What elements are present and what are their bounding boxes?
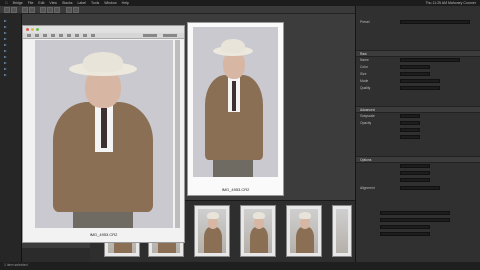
option-field[interactable]: [400, 164, 430, 168]
inspector-panel: Preset Raw Name Color Size Mode Quality …: [355, 6, 480, 262]
menu-item-bridge[interactable]: Bridge: [13, 1, 23, 5]
field-label: Opacity: [360, 121, 372, 125]
preview-toggle[interactable]: [143, 34, 157, 37]
field-label: Mode: [360, 79, 369, 83]
status-bar: 1 item selected: [0, 262, 480, 270]
retouch-icon[interactable]: [67, 34, 71, 37]
option-field[interactable]: [380, 218, 450, 222]
open-in-camera-raw-icon[interactable]: [54, 7, 60, 13]
option-field[interactable]: [400, 178, 430, 182]
apple-menu-icon[interactable]: : [5, 1, 8, 5]
disclosure-triangle-icon[interactable]: [4, 62, 7, 64]
disclosure-triangle-icon[interactable]: [4, 68, 7, 70]
section-advanced[interactable]: Advanced: [356, 106, 480, 113]
field-label: Color: [360, 65, 368, 69]
field-label: Grayscale: [360, 114, 375, 118]
menu-item-tools[interactable]: Tools: [91, 1, 99, 5]
filmstrip-thumb[interactable]: [194, 205, 230, 257]
name-field[interactable]: [400, 58, 460, 62]
forward-button[interactable]: [11, 7, 17, 13]
disclosure-triangle-icon[interactable]: [4, 26, 7, 28]
option-field[interactable]: [380, 211, 450, 215]
value-field[interactable]: [400, 128, 420, 132]
camera-icon[interactable]: [40, 7, 46, 13]
section-options[interactable]: Options: [356, 156, 480, 163]
preset-field[interactable]: [400, 20, 470, 24]
minimize-icon[interactable]: [31, 28, 34, 31]
section-label: Raw: [360, 51, 367, 56]
vertical-scrollbar[interactable]: [175, 40, 180, 228]
preview-photo: [193, 27, 278, 177]
grayscale-field[interactable]: [400, 114, 420, 118]
quality-field[interactable]: [400, 86, 440, 90]
red-eye-icon[interactable]: [75, 34, 79, 37]
window-toolbar: [23, 33, 184, 39]
menu-item-window[interactable]: Window: [104, 1, 116, 5]
menu-item-file[interactable]: File: [28, 1, 34, 5]
straighten-icon[interactable]: [59, 34, 63, 37]
menu-item-label[interactable]: Label: [77, 1, 86, 5]
alignment-field[interactable]: [400, 186, 440, 190]
filmstrip-thumb[interactable]: [332, 205, 352, 257]
folder-icon[interactable]: [22, 7, 28, 13]
filmstrip-thumb[interactable]: [240, 205, 276, 257]
back-button[interactable]: [4, 7, 10, 13]
preferences-icon[interactable]: [83, 34, 87, 37]
option-field[interactable]: [380, 225, 430, 229]
field-label: Alignment: [360, 186, 375, 190]
disclosure-triangle-icon[interactable]: [4, 50, 7, 52]
fullscreen-toggle[interactable]: [163, 34, 177, 37]
menu-item-view[interactable]: View: [49, 1, 57, 5]
rotate-right-icon[interactable]: [73, 7, 79, 13]
zoom-icon[interactable]: [36, 28, 39, 31]
value-field[interactable]: [400, 135, 420, 139]
folders-panel: [0, 14, 22, 264]
zoom-tool-icon[interactable]: [27, 34, 31, 37]
menu-item-help[interactable]: Help: [122, 1, 129, 5]
section-label: Advanced: [360, 107, 375, 112]
preview-image-frame[interactable]: IMG_4953.CR2: [187, 22, 284, 196]
recent-icon[interactable]: [29, 7, 35, 13]
menubar-clock: Thu 11:25 AM Mahoney Coroner: [425, 1, 476, 5]
field-label: Preset: [360, 20, 370, 24]
crop-tool-icon[interactable]: [51, 34, 55, 37]
image-caption: IMG_4953.CR2: [89, 232, 118, 237]
disclosure-triangle-icon[interactable]: [4, 56, 7, 58]
rotate-left-icon[interactable]: [66, 7, 72, 13]
field-label: Name: [360, 58, 369, 62]
refine-icon[interactable]: [47, 7, 53, 13]
section-label: Options: [360, 157, 372, 162]
app-toolbar: [0, 6, 355, 14]
main-photo: [35, 40, 173, 228]
white-balance-icon[interactable]: [43, 34, 47, 37]
menu-item-stacks[interactable]: Stacks: [62, 1, 73, 5]
field-label: Size: [360, 72, 367, 76]
mode-field[interactable]: [400, 79, 440, 83]
hand-tool-icon[interactable]: [35, 34, 39, 37]
disclosure-triangle-icon[interactable]: [4, 74, 7, 76]
size-field[interactable]: [400, 72, 430, 76]
menu-item-edit[interactable]: Edit: [38, 1, 44, 5]
color-field[interactable]: [400, 65, 430, 69]
opacity-field[interactable]: [400, 121, 420, 125]
close-icon[interactable]: [26, 28, 29, 31]
option-field[interactable]: [400, 171, 430, 175]
image-window[interactable]: IMG_4953.CR2: [22, 25, 185, 243]
filmstrip-thumb[interactable]: [286, 205, 322, 257]
disclosure-triangle-icon[interactable]: [4, 44, 7, 46]
disclosure-triangle-icon[interactable]: [4, 38, 7, 40]
status-text: 1 item selected: [4, 263, 28, 267]
rotate-icon[interactable]: [91, 34, 95, 37]
preview-caption: IMG_4953.CR2: [221, 187, 250, 192]
field-label: Quality: [360, 86, 371, 90]
option-field[interactable]: [380, 232, 430, 236]
section-raw[interactable]: Raw: [356, 50, 480, 57]
disclosure-triangle-icon[interactable]: [4, 32, 7, 34]
disclosure-triangle-icon[interactable]: [4, 20, 7, 22]
